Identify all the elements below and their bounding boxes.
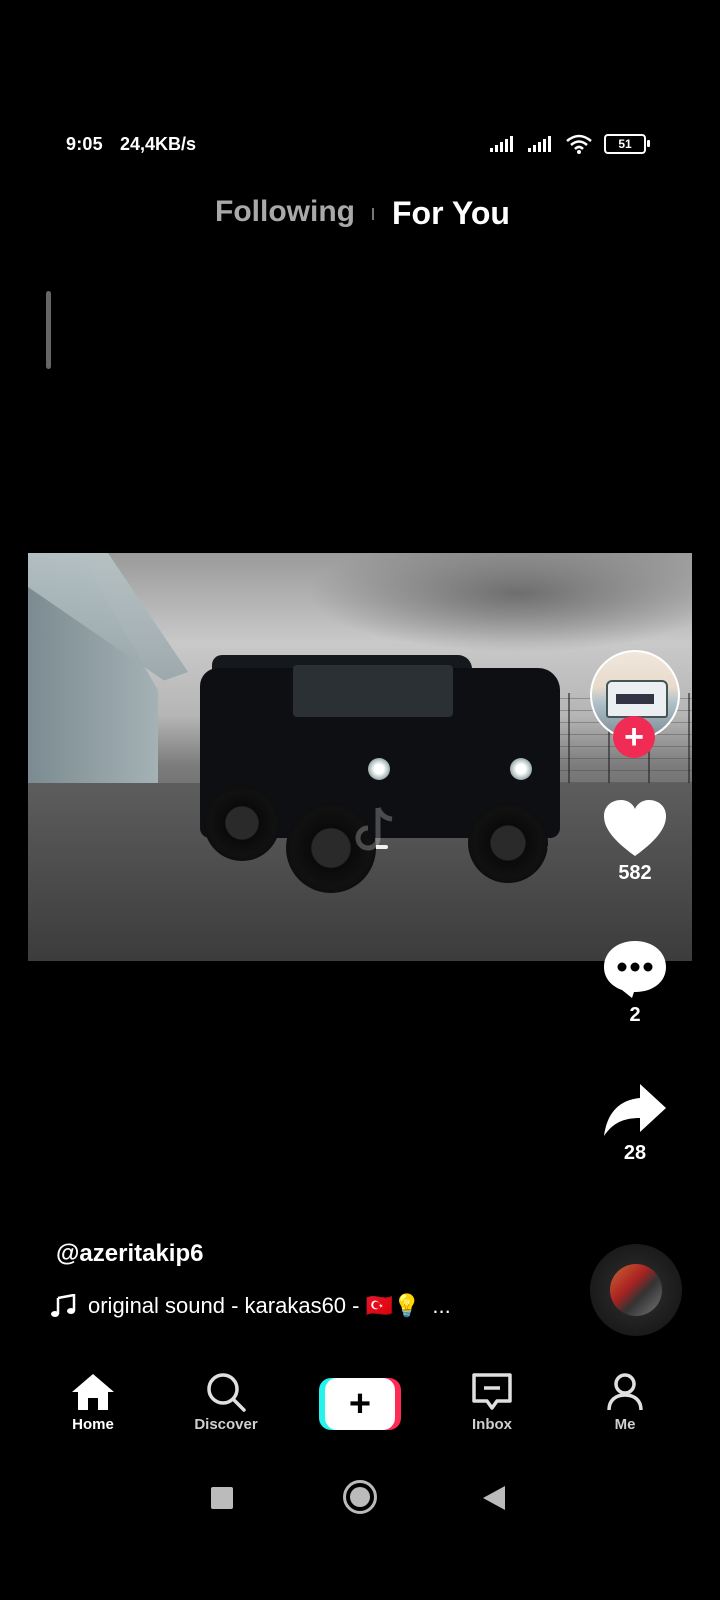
battery-icon: 51 (604, 134, 650, 154)
share-button[interactable]: 28 (595, 1082, 675, 1165)
heart-icon (604, 800, 666, 856)
video-car-headlight (510, 758, 532, 780)
comment-icon (604, 941, 666, 998)
tab-following[interactable]: Following (215, 195, 355, 229)
back-button[interactable] (483, 1486, 505, 1510)
like-count: 582 (618, 862, 652, 884)
tab-divider (372, 208, 374, 220)
nav-me-label: Me (614, 1416, 636, 1433)
plus-icon: + (325, 1378, 395, 1430)
nav-discover-label: Discover (194, 1416, 258, 1433)
profile-icon (607, 1373, 643, 1411)
share-arrow-icon (604, 1084, 666, 1136)
creator-username[interactable]: @azeritakip6 (56, 1240, 203, 1268)
status-time: 9:05 (66, 134, 103, 154)
tab-for-you[interactable]: For You (392, 195, 510, 232)
system-home-button[interactable] (343, 1480, 377, 1514)
nav-home[interactable]: Home (38, 1372, 148, 1433)
status-icons: 51 (490, 134, 650, 154)
nav-inbox[interactable]: Inbox (437, 1372, 547, 1433)
comment-count: 2 (629, 1004, 641, 1026)
follow-button[interactable]: + (613, 716, 655, 758)
sound-ellipsis: ... (432, 1293, 451, 1318)
wifi-icon (566, 134, 592, 154)
nav-inbox-label: Inbox (472, 1416, 512, 1433)
signal-icon (490, 136, 513, 152)
sound-disc-cover (610, 1264, 662, 1316)
sound-row[interactable]: original sound - karakas60 - 🇹🇷💡 ... (50, 1293, 451, 1319)
video-car-window (293, 665, 453, 717)
home-icon (72, 1374, 114, 1410)
avatar-car-grill (616, 694, 654, 704)
plus-icon: + (624, 718, 644, 756)
video-car-wheel (204, 785, 280, 861)
like-button[interactable]: 582 (595, 798, 675, 885)
status-net-speed: 24,4KB/s (120, 134, 197, 154)
nav-home-label: Home (72, 1416, 114, 1433)
sound-title: original sound - karakas60 - 🇹🇷💡 (88, 1293, 421, 1318)
create-button[interactable]: + (319, 1378, 401, 1430)
nav-discover[interactable]: Discover (171, 1372, 281, 1433)
battery-level: 51 (618, 137, 632, 151)
video-car-wheel (468, 803, 548, 883)
home-circle-icon (350, 1487, 370, 1507)
video-car-headlight (368, 758, 390, 780)
bottom-nav: Home Discover + Inbox Me (0, 1372, 720, 1462)
inbox-icon (472, 1373, 512, 1410)
tiktok-logo-icon (355, 806, 393, 851)
search-icon (207, 1373, 246, 1412)
share-count: 28 (623, 1142, 647, 1164)
comment-button[interactable]: 2 (595, 938, 675, 1027)
sound-disc[interactable] (590, 1244, 682, 1336)
nav-me[interactable]: Me (570, 1372, 680, 1433)
music-note-icon (51, 1294, 76, 1317)
video-sky (308, 553, 692, 653)
live-indicator[interactable] (46, 291, 51, 369)
video-player[interactable] (28, 553, 692, 961)
recent-apps-button[interactable] (211, 1487, 233, 1509)
signal-icon (528, 136, 551, 152)
